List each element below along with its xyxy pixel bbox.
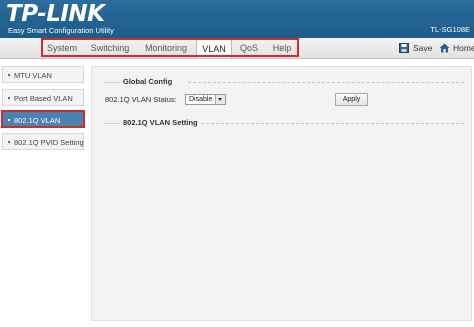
section-title: 802.1Q VLAN Setting <box>123 118 198 127</box>
bullet-icon <box>8 141 10 143</box>
sidebar-item-8021q-pvid-setting[interactable]: 802.1Q PVID Setting <box>2 133 84 150</box>
chevron-down-icon <box>215 95 225 104</box>
tab-monitoring[interactable]: Monitoring <box>140 41 192 56</box>
sidebar-item-label: 802.1Q PVID Setting <box>14 138 84 147</box>
sidebar-highlight-box <box>1 110 85 128</box>
vlan-status-label: 802.1Q VLAN Status: <box>105 95 177 104</box>
tp-link-logo: TP-LINK <box>6 1 105 27</box>
home-label: Home <box>453 43 474 53</box>
bullet-icon <box>8 74 10 76</box>
save-icon <box>399 43 409 53</box>
app-header: TP-LINK Easy Smart Configuration Utility… <box>0 0 474 38</box>
vlan-setting-header: 802.1Q VLAN Setting <box>104 118 464 128</box>
tab-qos[interactable]: QoS <box>236 41 262 56</box>
apply-button[interactable]: Apply <box>335 93 368 106</box>
tab-help[interactable]: Help <box>268 41 296 56</box>
vlan-status-select[interactable]: Disable <box>185 94 226 105</box>
sidebar-item-port-based-vlan[interactable]: Port Based VLAN <box>2 89 84 106</box>
tab-vlan[interactable]: VLAN <box>196 39 232 58</box>
sidebar-item-label: Port Based VLAN <box>14 94 73 103</box>
sidebar-item-mtu-vlan[interactable]: MTU VLAN <box>2 66 84 83</box>
sidebar-item-label: MTU VLAN <box>14 71 52 80</box>
tab-switching[interactable]: Switching <box>88 41 132 56</box>
section-title: Global Config <box>123 77 173 86</box>
save-label: Save <box>413 43 433 53</box>
home-icon <box>439 43 450 53</box>
app-subtitle: Easy Smart Configuration Utility <box>8 26 114 35</box>
home-button[interactable]: Home <box>439 41 474 55</box>
device-model: TL-SG108E <box>430 25 470 34</box>
select-value: Disable <box>189 96 213 103</box>
main-nav: System Switching Monitoring VLAN QoS Hel… <box>0 38 474 59</box>
global-config-header: Global Config <box>104 77 464 87</box>
tab-system[interactable]: System <box>44 41 80 56</box>
bullet-icon <box>8 97 10 99</box>
save-button[interactable]: Save <box>399 41 433 55</box>
